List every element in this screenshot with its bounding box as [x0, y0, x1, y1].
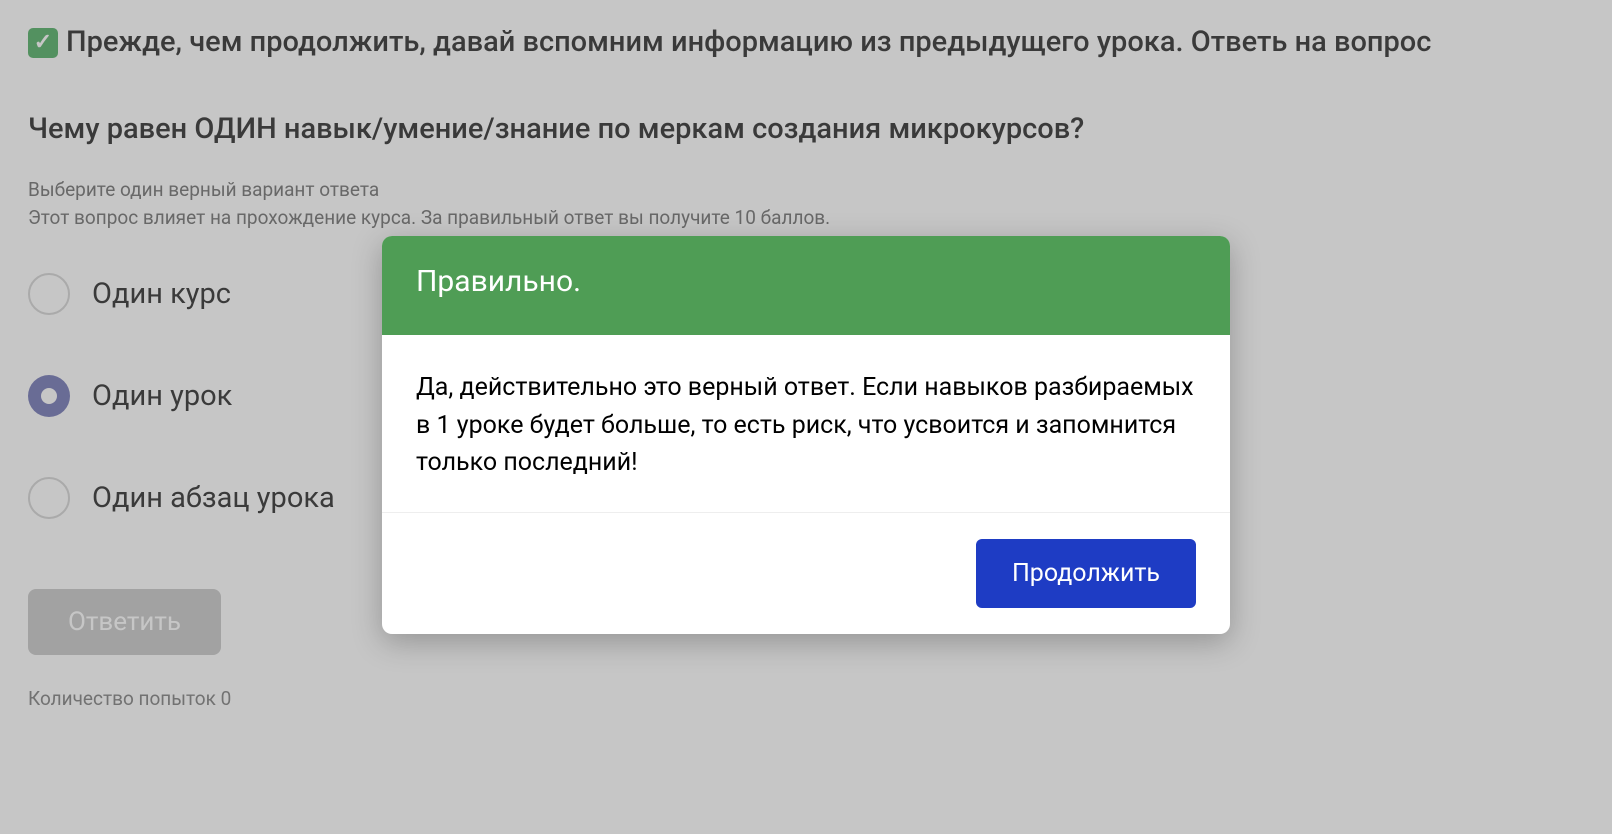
modal-body: Да, действительно это верный ответ. Если…	[382, 335, 1230, 513]
feedback-modal: Правильно. Да, действительно это верный …	[382, 236, 1230, 634]
continue-button[interactable]: Продолжить	[976, 539, 1196, 608]
modal-title: Правильно.	[416, 264, 1196, 299]
modal-header: Правильно.	[382, 236, 1230, 335]
modal-footer: Продолжить	[382, 513, 1230, 634]
modal-overlay: Правильно. Да, действительно это верный …	[0, 0, 1612, 834]
